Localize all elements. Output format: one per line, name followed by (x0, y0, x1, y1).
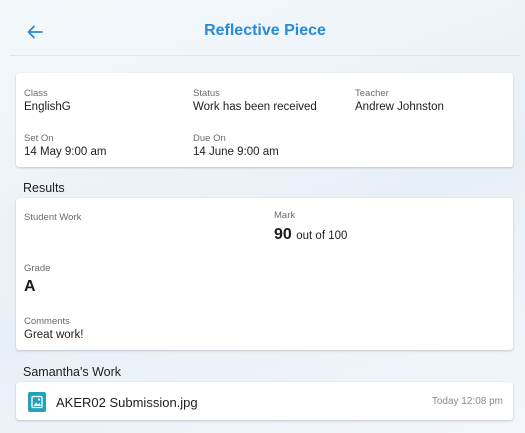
status-value: Work has been received (193, 101, 317, 113)
page-title: Reflective Piece (204, 22, 326, 39)
top-bar: Reflective Piece (10, 8, 520, 56)
work-section-title: Samantha's Work (23, 365, 122, 379)
status-label: Status (193, 88, 220, 99)
grade-label: Grade (24, 263, 51, 274)
class-label: Class (24, 88, 48, 99)
grade-value: A (24, 278, 36, 295)
file-name[interactable]: AKER02 Submission.jpg (56, 395, 198, 410)
set-on-value: 14 May 9:00 am (24, 146, 107, 158)
details-card: Class EnglishG Status Work has been rece… (16, 73, 513, 167)
results-section-title: Results (23, 181, 65, 195)
set-on-label: Set On (24, 133, 54, 144)
results-card: Student Work Mark 90 out of 100 Grade A … (16, 198, 513, 350)
mark-display: 90 out of 100 (274, 226, 347, 244)
due-on-value: 14 June 9:00 am (193, 146, 279, 158)
student-work-label: Student Work (24, 212, 82, 223)
teacher-value: Andrew Johnston (355, 101, 444, 113)
class-value: EnglishG (24, 101, 71, 113)
comments-value: Great work! (24, 329, 84, 341)
teacher-label: Teacher (355, 88, 389, 99)
comments-label: Comments (24, 316, 70, 327)
file-timestamp: Today 12:08 pm (431, 396, 503, 407)
image-file-icon (28, 392, 46, 412)
assignment-view: Reflective Piece Class EnglishG Status W… (10, 8, 520, 433)
submission-file-item[interactable]: AKER02 Submission.jpg Today 12:08 pm (16, 382, 513, 420)
mark-value: 90 (274, 226, 292, 243)
mark-label: Mark (274, 210, 296, 221)
due-on-label: Due On (193, 133, 226, 144)
mark-suffix: out of 100 (296, 230, 348, 242)
